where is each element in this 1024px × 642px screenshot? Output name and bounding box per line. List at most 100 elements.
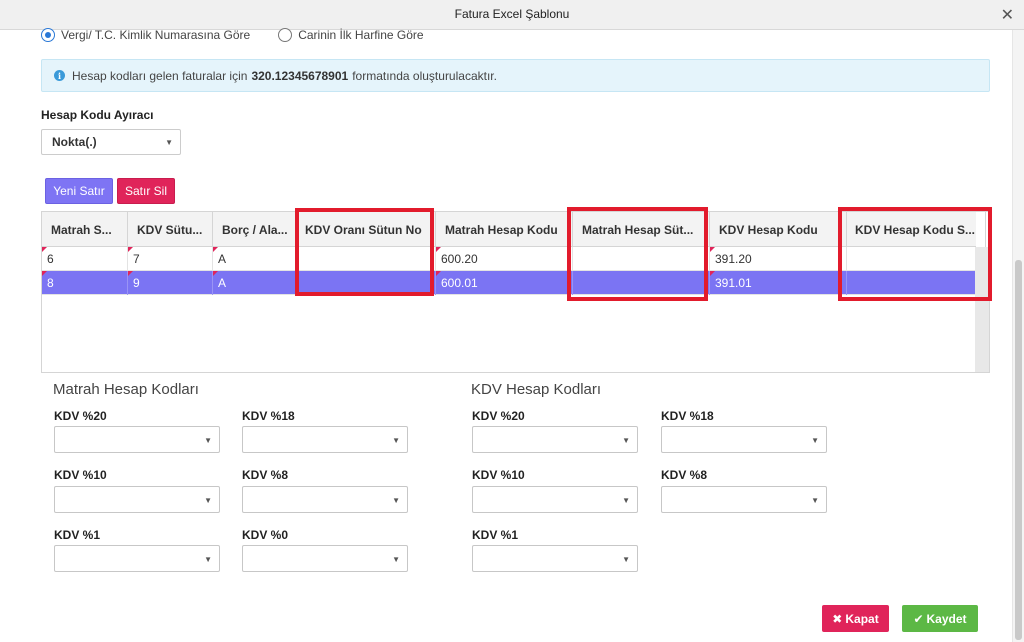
matrah-kdv18-select[interactable]: ▼ <box>242 426 408 453</box>
changed-marker <box>128 247 133 252</box>
matrah-kdv10-label: KDV %10 <box>54 468 107 482</box>
column-header-kdv-orani-sutun-no[interactable]: KDV Oranı Sütun No <box>296 212 436 247</box>
matrah-kdv8-label: KDV %8 <box>242 468 289 482</box>
matrah-kdv0-label: KDV %0 <box>242 528 289 542</box>
chevron-down-icon: ▼ <box>165 138 173 147</box>
kdv-kdv1-select[interactable]: ▼ <box>472 545 638 572</box>
kdv-kdv18-select[interactable]: ▼ <box>661 426 827 453</box>
table-cell[interactable]: A <box>213 271 296 295</box>
new-row-button[interactable]: Yeni Satır <box>45 178 113 204</box>
radio-selected-icon[interactable] <box>41 28 55 42</box>
separator-select[interactable]: Nokta(.) ▼ <box>41 129 181 155</box>
chevron-down-icon: ▼ <box>811 436 819 445</box>
close-button-label: Kapat <box>845 611 879 626</box>
table-cell[interactable] <box>573 271 710 295</box>
table-cell[interactable] <box>296 271 436 295</box>
chevron-down-icon: ▼ <box>392 496 400 505</box>
close-icon: ✖ <box>832 611 843 626</box>
chevron-down-icon: ▼ <box>204 436 212 445</box>
changed-marker <box>213 271 218 276</box>
matrah-section-title: Matrah Hesap Kodları <box>53 381 199 398</box>
matrah-kdv1-label: KDV %1 <box>54 528 101 542</box>
chevron-down-icon: ▼ <box>622 555 630 564</box>
separator-value: Nokta(.) <box>52 135 97 149</box>
kdv-section-title: KDV Hesap Kodları <box>471 381 602 398</box>
info-alert: i Hesap kodları gelen faturalar için 320… <box>41 59 990 92</box>
table-row-selected[interactable]: 8 9 A 600.01 391.01 <box>42 271 976 295</box>
column-header-matrah-sutun[interactable]: Matrah S... <box>42 212 128 247</box>
column-header-matrah-hesap-sutun[interactable]: Matrah Hesap Süt... <box>573 212 710 247</box>
close-icon[interactable]: ✕ <box>1001 5 1014 25</box>
chevron-down-icon: ▼ <box>392 436 400 445</box>
kdv-kdv8-label: KDV %8 <box>661 468 708 482</box>
changed-marker <box>710 271 715 276</box>
table-cell[interactable] <box>847 271 976 295</box>
changed-marker <box>42 247 47 252</box>
save-button[interactable]: ✔ Kaydet <box>902 605 978 632</box>
kdv-kdv10-select[interactable]: ▼ <box>472 486 638 513</box>
column-header-kdv-sutun[interactable]: KDV Sütu... <box>128 212 213 247</box>
kdv-kdv20-label: KDV %20 <box>472 409 525 423</box>
changed-marker <box>436 247 441 252</box>
matrah-kdv20-select[interactable]: ▼ <box>54 426 220 453</box>
table-cell[interactable]: 9 <box>128 271 213 295</box>
table-cell[interactable]: 7 <box>128 247 213 271</box>
info-prefix: Hesap kodları gelen faturalar için <box>72 68 248 83</box>
radio-tax-id[interactable]: Vergi/ T.C. Kimlik Numarasına Göre <box>41 28 250 42</box>
table-cell[interactable]: A <box>213 247 296 271</box>
matrah-kdv0-select[interactable]: ▼ <box>242 545 408 572</box>
grid-header: Matrah S... KDV Sütu... Borç / Ala... KD… <box>42 212 986 247</box>
kdv-kdv20-select[interactable]: ▼ <box>472 426 638 453</box>
table-cell[interactable] <box>296 247 436 271</box>
chevron-down-icon: ▼ <box>811 496 819 505</box>
matrah-kdv10-select[interactable]: ▼ <box>54 486 220 513</box>
close-button[interactable]: ✖ Kapat <box>822 605 889 632</box>
save-button-label: Kaydet <box>926 611 967 626</box>
matrah-kdv1-select[interactable]: ▼ <box>54 545 220 572</box>
chevron-down-icon: ▼ <box>204 496 212 505</box>
column-header-matrah-hesap-kodu[interactable]: Matrah Hesap Kodu <box>436 212 573 247</box>
generation-mode-radios: Vergi/ T.C. Kimlik Numarasına Göre Carin… <box>41 27 452 43</box>
table-cell[interactable]: 8 <box>42 271 128 295</box>
mapping-grid: Matrah S... KDV Sütu... Borç / Ala... KD… <box>41 211 990 373</box>
dialog-scrollbar[interactable] <box>1012 30 1024 642</box>
info-suffix: formatında oluşturulacaktır. <box>352 68 497 83</box>
kdv-kdv18-label: KDV %18 <box>661 409 714 423</box>
changed-marker <box>213 247 218 252</box>
changed-marker <box>436 271 441 276</box>
matrah-kdv8-select[interactable]: ▼ <box>242 486 408 513</box>
window-title: Fatura Excel Şablonu <box>454 7 570 21</box>
table-cell[interactable]: 600.20 <box>436 247 573 271</box>
table-cell[interactable]: 6 <box>42 247 128 271</box>
matrah-kdv20-label: KDV %20 <box>54 409 107 423</box>
scrollbar-thumb[interactable] <box>1015 260 1022 640</box>
separator-label: Hesap Kodu Ayıracı <box>41 108 154 122</box>
matrah-kdv18-label: KDV %18 <box>242 409 295 423</box>
table-cell[interactable] <box>847 247 976 271</box>
table-cell[interactable]: 391.01 <box>710 271 847 295</box>
chevron-down-icon: ▼ <box>622 436 630 445</box>
changed-marker <box>128 271 133 276</box>
window-titlebar: Fatura Excel Şablonu ✕ <box>0 0 1024 30</box>
table-cell[interactable]: 391.20 <box>710 247 847 271</box>
table-row[interactable]: 6 7 A 600.20 391.20 <box>42 247 976 271</box>
kdv-kdv8-select[interactable]: ▼ <box>661 486 827 513</box>
info-code: 320.12345678901 <box>251 68 349 83</box>
check-icon: ✔ <box>913 611 924 626</box>
radio-tax-id-label: Vergi/ T.C. Kimlik Numarasına Göre <box>61 28 251 42</box>
table-cell[interactable]: 600.01 <box>436 271 573 295</box>
delete-row-button[interactable]: Satır Sil <box>117 178 175 204</box>
column-header-kdv-hesap-kodu-sutun[interactable]: KDV Hesap Kodu S... <box>847 212 986 247</box>
kdv-kdv10-label: KDV %10 <box>472 468 525 482</box>
changed-marker <box>42 271 47 276</box>
table-cell[interactable] <box>573 247 710 271</box>
radio-first-letter[interactable]: Carinin İlk Harfine Göre <box>278 28 424 42</box>
radio-unselected-icon[interactable] <box>278 28 293 42</box>
chevron-down-icon: ▼ <box>204 555 212 564</box>
chevron-down-icon: ▼ <box>392 555 400 564</box>
changed-marker <box>710 247 715 252</box>
chevron-down-icon: ▼ <box>622 496 630 505</box>
grid-scrollbar[interactable] <box>975 247 989 372</box>
column-header-borc-alacak[interactable]: Borç / Ala... <box>213 212 296 247</box>
column-header-kdv-hesap-kodu[interactable]: KDV Hesap Kodu <box>710 212 847 247</box>
